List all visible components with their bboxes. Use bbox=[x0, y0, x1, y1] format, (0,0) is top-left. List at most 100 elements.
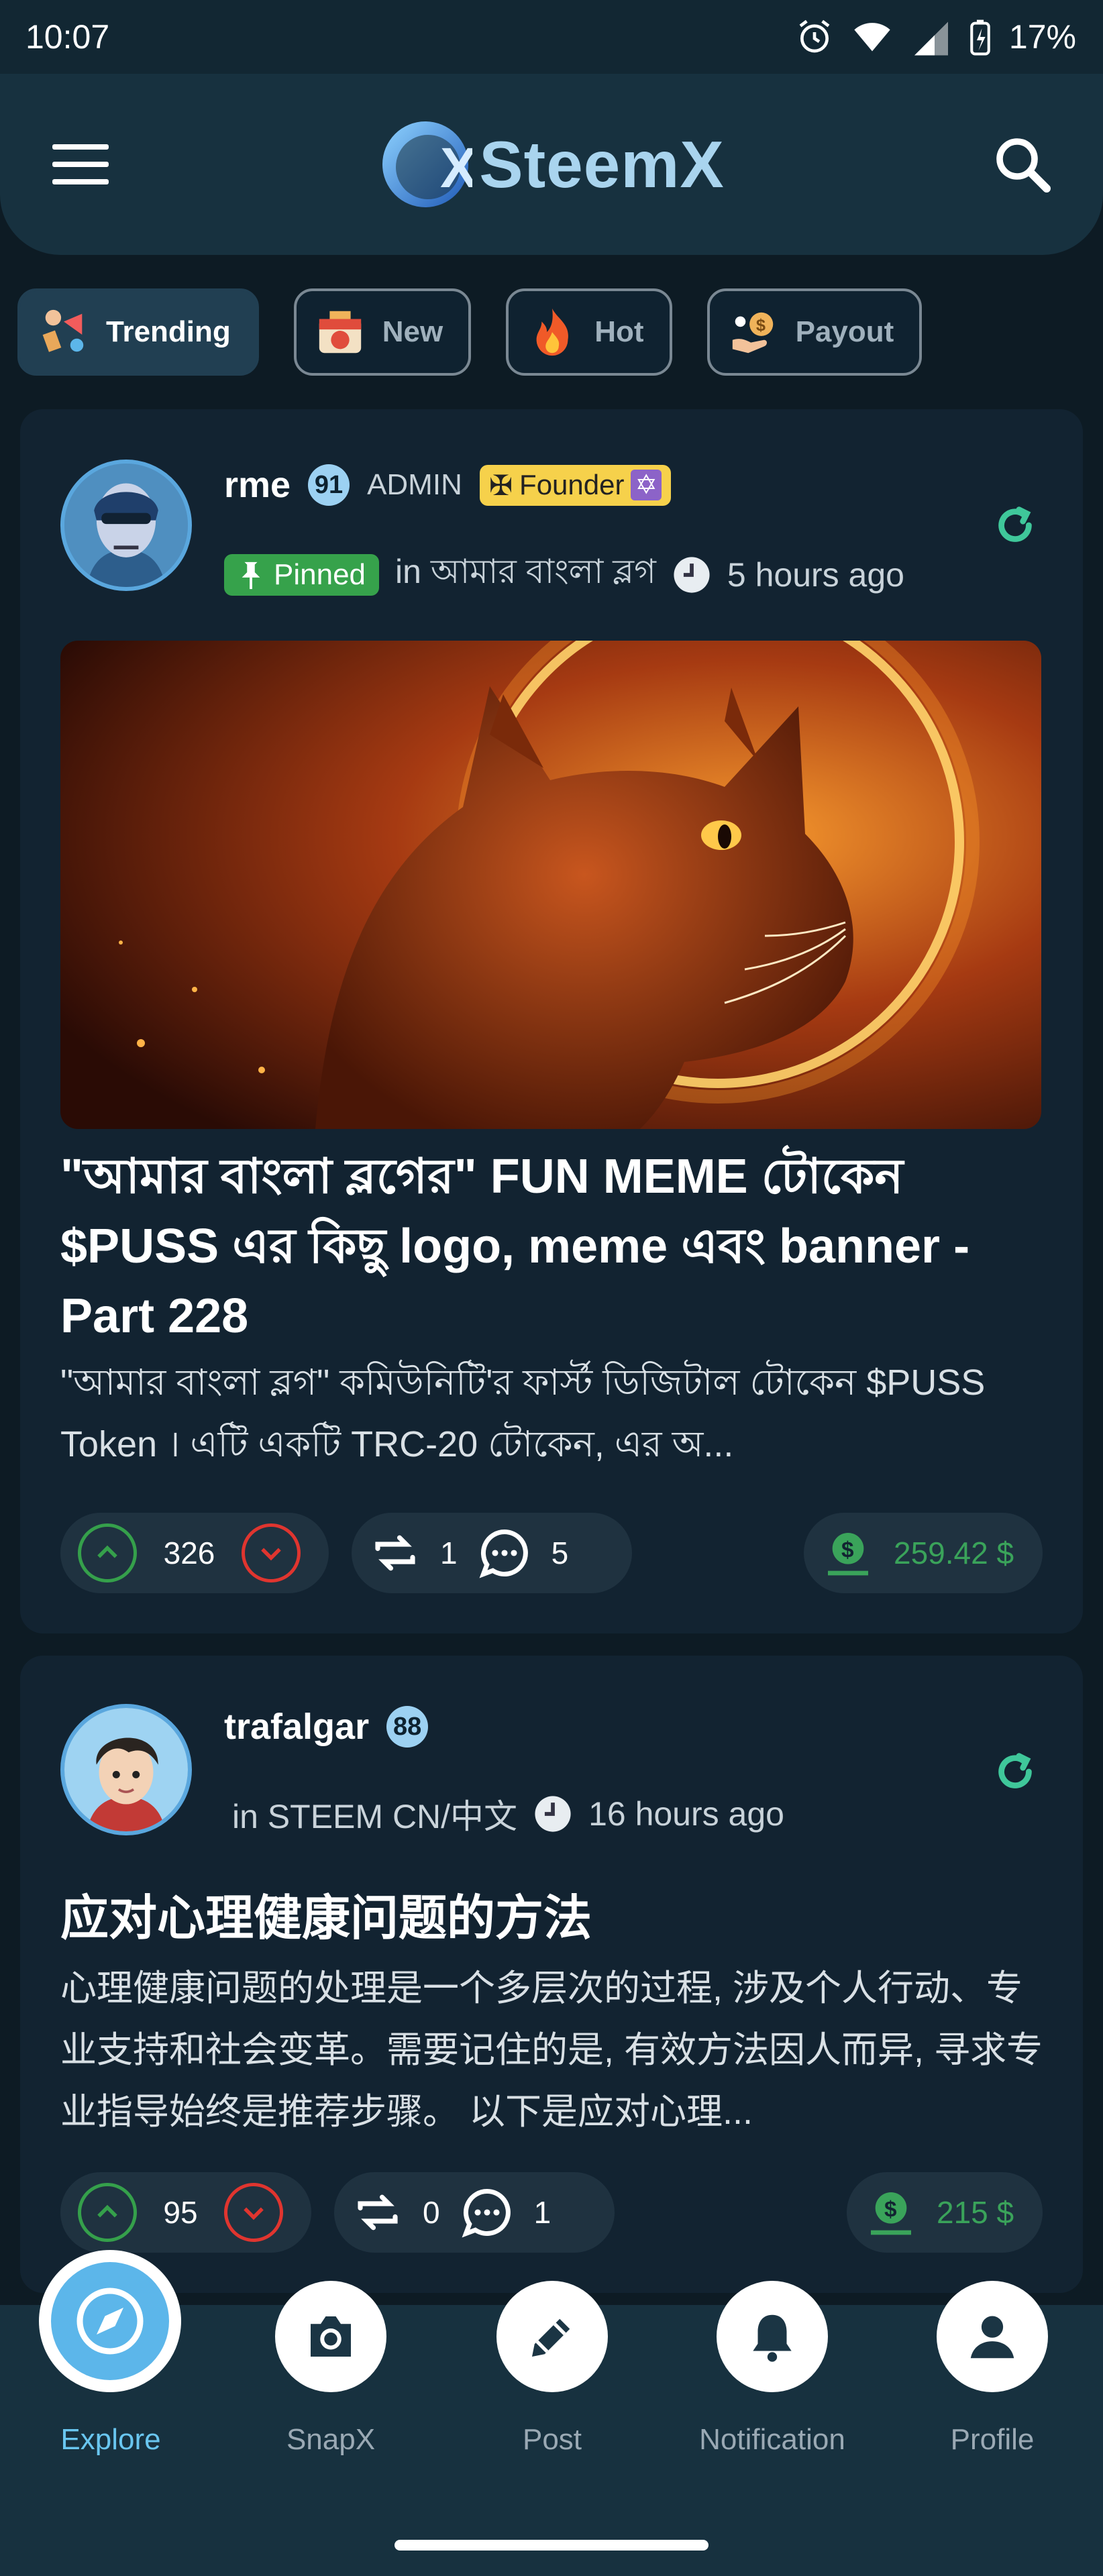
tab-label: New bbox=[382, 315, 443, 348]
engagement-bar: 1 5 bbox=[352, 1513, 632, 1593]
upvote-button[interactable] bbox=[78, 1523, 137, 1582]
community-link[interactable]: in আমার বাংলা ব্লগ bbox=[395, 547, 656, 602]
downvote-button[interactable] bbox=[242, 1523, 301, 1582]
upvote-button[interactable] bbox=[78, 2183, 137, 2242]
pinned-badge: Pinned bbox=[224, 553, 380, 596]
status-bar: 10:07 17% bbox=[0, 0, 1103, 74]
author-row: rme 91 ADMIN ✠ Founder ✡ bbox=[224, 464, 671, 506]
resteem-count: 0 bbox=[423, 2195, 440, 2230]
post-time: 16 hours ago bbox=[588, 1795, 784, 1833]
post-excerpt[interactable]: 心理健康问题的处理是一个多层次的过程, 涉及个人行动、专业支持和社会变革。需要记… bbox=[60, 1957, 1053, 2143]
nav-notification[interactable]: Notification bbox=[662, 2281, 883, 2506]
nav-label: Profile bbox=[950, 2423, 1035, 2456]
payout-pill[interactable]: $ 215 $ bbox=[847, 2172, 1043, 2253]
vote-bar: 95 bbox=[60, 2172, 311, 2253]
vote-count: 95 bbox=[163, 2195, 198, 2230]
tab-new[interactable]: New bbox=[293, 288, 472, 376]
menu-button[interactable] bbox=[47, 131, 114, 198]
compass-icon bbox=[51, 2262, 169, 2380]
trending-icon bbox=[38, 306, 90, 358]
nav-label: Explore bbox=[60, 2423, 161, 2456]
chevron-up-icon bbox=[97, 1545, 117, 1558]
tab-hot[interactable]: Hot bbox=[506, 288, 672, 376]
founder-label: Founder bbox=[519, 469, 625, 500]
tab-label: Trending bbox=[106, 315, 231, 348]
vote-bar: 326 bbox=[60, 1513, 329, 1593]
post-card[interactable]: rme 91 ADMIN ✠ Founder ✡ Pinned in আমার … bbox=[20, 409, 1083, 1633]
nav-label: Post bbox=[522, 2423, 582, 2456]
alarm-icon bbox=[796, 18, 833, 56]
founder-badge: ✠ Founder ✡ bbox=[479, 464, 671, 506]
resteem-icon[interactable] bbox=[369, 1527, 421, 1579]
app-logo[interactable]: X SteemX bbox=[378, 117, 725, 211]
home-indicator[interactable] bbox=[395, 2540, 708, 2551]
author-name[interactable]: trafalgar bbox=[224, 1706, 369, 1748]
explore-button[interactable] bbox=[39, 2250, 181, 2392]
tab-trending[interactable]: Trending bbox=[17, 288, 259, 376]
payout-pill[interactable]: $ 259.42 $ bbox=[804, 1513, 1043, 1593]
app-name: SteemX bbox=[479, 127, 725, 201]
payout-icon: $ bbox=[727, 306, 780, 358]
post-title[interactable]: "আমার বাংলা ব্লগের" FUN MEME টোকেন $PUSS… bbox=[60, 1142, 1053, 1351]
author-row: trafalgar 88 bbox=[224, 1706, 429, 1748]
author-name[interactable]: rme bbox=[224, 464, 291, 506]
post-meta: in STEEM CN/中文 16 hours ago bbox=[232, 1790, 784, 1838]
pinned-label: Pinned bbox=[274, 557, 366, 591]
status-time: 10:07 bbox=[25, 18, 110, 56]
resteem-icon[interactable] bbox=[352, 2186, 404, 2239]
nav-post[interactable]: Post bbox=[441, 2281, 663, 2506]
payout-amount: 215 $ bbox=[937, 2195, 1014, 2230]
feed-tabs: Trending New Hot $ Payout bbox=[17, 288, 923, 376]
clock-icon bbox=[674, 556, 710, 593]
comment-count: 5 bbox=[551, 1536, 569, 1570]
battery-icon bbox=[969, 18, 992, 56]
svg-text:$: $ bbox=[884, 2198, 897, 2222]
role-label: ADMIN bbox=[367, 468, 462, 501]
clock-icon bbox=[535, 1796, 571, 1832]
resteem-status-icon[interactable] bbox=[992, 502, 1039, 549]
nav-snapx[interactable]: SnapX bbox=[220, 2281, 441, 2506]
status-icons: 17% bbox=[796, 17, 1076, 56]
nav-label: Notification bbox=[699, 2423, 845, 2456]
resteem-status-icon[interactable] bbox=[992, 1748, 1039, 1795]
flame-icon bbox=[526, 306, 578, 358]
svg-text:$: $ bbox=[841, 1538, 854, 1563]
search-button[interactable] bbox=[989, 131, 1056, 198]
reputation-badge: 91 bbox=[308, 464, 350, 506]
wifi-icon bbox=[851, 18, 894, 56]
tab-label: Hot bbox=[594, 315, 644, 348]
comment-icon[interactable] bbox=[459, 2184, 515, 2241]
person-icon bbox=[937, 2281, 1048, 2392]
chevron-down-icon bbox=[261, 1548, 281, 1561]
nav-profile[interactable]: Profile bbox=[882, 2281, 1103, 2506]
app-header: X SteemX bbox=[0, 74, 1103, 255]
star-of-david-icon: ✡ bbox=[631, 470, 662, 500]
money-bag-icon: $ bbox=[828, 1533, 868, 1576]
payout-amount: 259.42 $ bbox=[894, 1536, 1014, 1570]
author-avatar[interactable] bbox=[60, 1704, 192, 1835]
post-title[interactable]: 应对心理健康问题的方法 bbox=[60, 1884, 1053, 1953]
community-link[interactable]: in STEEM CN/中文 bbox=[232, 1790, 517, 1838]
resteem-count: 1 bbox=[440, 1536, 458, 1570]
cross-icon: ✠ bbox=[488, 469, 513, 501]
comment-count: 1 bbox=[533, 2195, 552, 2230]
downvote-button[interactable] bbox=[224, 2183, 283, 2242]
vote-count: 326 bbox=[163, 1536, 215, 1570]
comment-icon[interactable] bbox=[476, 1525, 533, 1581]
search-icon bbox=[996, 138, 1051, 193]
post-excerpt[interactable]: "আমার বাংলা ব্লগ" কমিউনিটি'র ফার্স্ট ডিজ… bbox=[60, 1352, 1053, 1475]
chevron-down-icon bbox=[244, 2207, 264, 2220]
svg-text:$: $ bbox=[755, 316, 765, 335]
chevron-up-icon bbox=[97, 2204, 117, 2218]
hamburger-icon bbox=[52, 144, 109, 184]
author-avatar[interactable] bbox=[60, 460, 192, 591]
battery-percent: 17% bbox=[1008, 18, 1076, 56]
post-thumbnail[interactable] bbox=[60, 641, 1041, 1129]
edit-icon bbox=[496, 2281, 608, 2392]
post-card[interactable]: trafalgar 88 in STEEM CN/中文 16 hours ago… bbox=[20, 1656, 1083, 2293]
reputation-badge: 88 bbox=[386, 1706, 429, 1748]
camera-icon bbox=[275, 2281, 386, 2392]
bell-icon bbox=[717, 2281, 828, 2392]
tab-payout[interactable]: $ Payout bbox=[706, 288, 923, 376]
post-time: 5 hours ago bbox=[727, 555, 904, 594]
